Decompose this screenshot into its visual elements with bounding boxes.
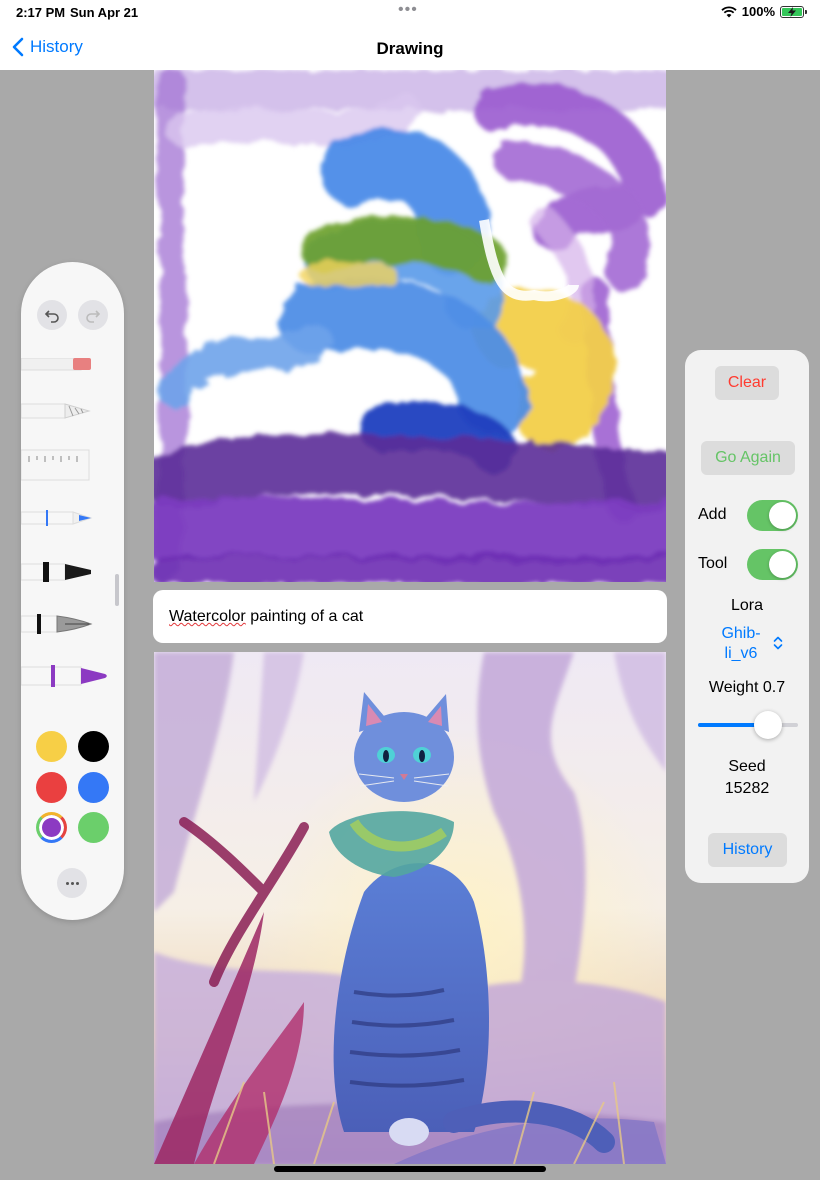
chevron-up-down-icon bbox=[773, 636, 783, 650]
eraser-tool[interactable] bbox=[21, 358, 124, 374]
add-toggle-row: Add bbox=[698, 500, 802, 531]
watercolor-brush-tool[interactable] bbox=[21, 664, 124, 688]
prompt-text-misspelled-word: Watercolor bbox=[169, 608, 246, 625]
sketch-strokes bbox=[154, 70, 666, 582]
marker-tool[interactable] bbox=[21, 560, 124, 584]
color-swatch-red[interactable] bbox=[36, 772, 67, 803]
lora-value-line1: Ghib- bbox=[721, 625, 761, 642]
color-swatch-purple-selected[interactable] bbox=[36, 812, 67, 843]
ellipsis-icon bbox=[65, 881, 69, 885]
fountain-pen-tool[interactable] bbox=[21, 612, 124, 636]
battery-percent: 100% bbox=[741, 4, 775, 19]
undo-button[interactable] bbox=[37, 300, 67, 330]
go-again-button[interactable]: Go Again bbox=[701, 441, 795, 475]
battery-icon bbox=[780, 5, 807, 18]
seed-label: Seed bbox=[728, 758, 766, 775]
prompt-text: painting of a cat bbox=[245, 608, 364, 625]
add-label: Add bbox=[698, 506, 727, 523]
seed-value: 15282 bbox=[724, 780, 770, 797]
lora-value-line2: li_v6 bbox=[724, 645, 758, 662]
add-switch[interactable] bbox=[747, 500, 798, 531]
color-swatch-green[interactable] bbox=[78, 812, 109, 843]
controls-panel: Clear Go Again Add Tool Lora Ghib- li_v6… bbox=[685, 350, 809, 883]
home-indicator[interactable] bbox=[274, 1166, 546, 1172]
weight-slider[interactable] bbox=[698, 710, 798, 739]
tool-label: Tool bbox=[698, 555, 728, 572]
clear-button[interactable]: Clear bbox=[715, 366, 779, 400]
status-indicators: 100% bbox=[721, 4, 807, 19]
status-bar: 2:17 PM Sun Apr 21 ••• 100% bbox=[0, 0, 820, 26]
wifi-icon bbox=[721, 5, 737, 17]
color-swatch-yellow[interactable] bbox=[36, 731, 67, 762]
lora-label: Lora bbox=[730, 597, 764, 614]
color-swatch-blue[interactable] bbox=[78, 772, 109, 803]
page-title: Drawing bbox=[376, 39, 444, 58]
battery-level-fill bbox=[782, 6, 802, 17]
redo-button[interactable] bbox=[78, 300, 108, 330]
ruler-tool[interactable] bbox=[21, 448, 124, 482]
palette-scrollbar[interactable] bbox=[115, 574, 119, 606]
status-time: 2:17 PM bbox=[16, 5, 66, 20]
multitasking-dots-icon[interactable]: ••• bbox=[398, 1, 418, 19]
generated-image bbox=[154, 652, 666, 1164]
color-swatch-black[interactable] bbox=[78, 731, 109, 762]
fine-pen-tool[interactable] bbox=[21, 508, 124, 528]
lora-picker[interactable]: Ghib- li_v6 bbox=[718, 624, 788, 664]
weight-label: Weight 0.7 bbox=[708, 679, 786, 696]
add-switch-knob bbox=[769, 502, 796, 529]
redo-icon bbox=[86, 310, 101, 323]
history-button[interactable]: History bbox=[708, 833, 787, 867]
undo-icon bbox=[44, 310, 59, 323]
prompt-input[interactable]: Watercolor painting of a cat bbox=[153, 590, 667, 643]
generated-cat-painting bbox=[154, 652, 666, 1164]
drawing-canvas[interactable] bbox=[154, 70, 666, 582]
status-date: Sun Apr 21 bbox=[70, 5, 139, 20]
navigation-bar: History Drawing bbox=[0, 26, 820, 70]
charging-bolt-icon bbox=[788, 6, 796, 17]
tool-switch[interactable] bbox=[747, 549, 798, 580]
tool-palette bbox=[21, 262, 124, 920]
more-options-button[interactable] bbox=[57, 868, 87, 898]
tool-switch-knob bbox=[769, 551, 796, 578]
tool-toggle-row: Tool bbox=[698, 549, 802, 580]
pencil-tool[interactable] bbox=[21, 400, 124, 424]
weight-slider-thumb[interactable] bbox=[754, 711, 782, 739]
